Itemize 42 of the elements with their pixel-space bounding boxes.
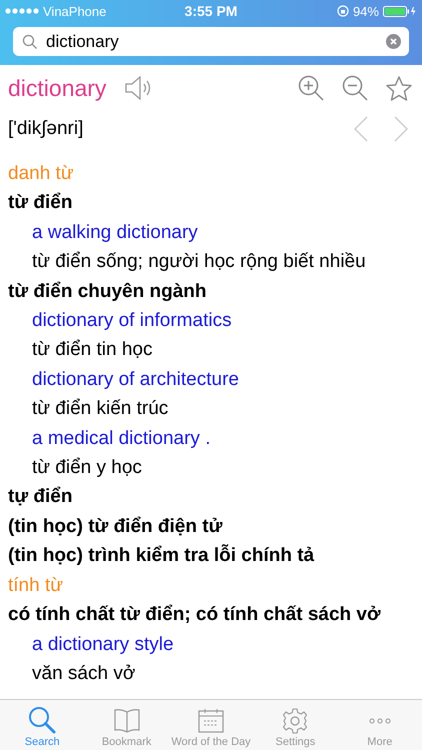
tab-bar-item[interactable]: Word of the Day (168, 700, 254, 750)
tab-bar-item[interactable]: Bookmark (84, 700, 169, 750)
example-phrase: a medical dictionary . (32, 426, 210, 451)
example-translation: từ điển sống; người học rộng biết nhiều (32, 250, 366, 274)
status-time: 3:55 PM (184, 3, 238, 19)
example-translation: từ điển kiến trúc (32, 397, 168, 422)
carrier-name: VinaPhone (43, 4, 106, 18)
meaning-text: từ điển (8, 191, 72, 216)
example-translation: từ điển y học (32, 456, 142, 480)
example-translation: văn sách vở (32, 662, 136, 686)
part-of-speech: danh từ (8, 162, 74, 186)
zoom-out-icon[interactable] (342, 75, 368, 101)
meaning-text: có tính chất từ điển; có tính chất sách vở (8, 603, 380, 628)
settings-icon (282, 708, 308, 734)
pronunciation: ['dik∫ənri] (8, 118, 84, 140)
calendar-icon (198, 708, 224, 734)
star-icon[interactable] (386, 76, 412, 100)
battery-icon (382, 6, 417, 16)
tab-bar-item[interactable]: Settings (253, 700, 338, 750)
book-icon (112, 708, 141, 734)
example-phrase: a walking dictionary (32, 220, 198, 245)
search-field[interactable]: dictionary (13, 27, 409, 56)
example-translation: từ điển tin học (32, 338, 152, 362)
part-of-speech: tính từ (8, 574, 63, 598)
tab-bar-item[interactable]: More (338, 700, 422, 750)
headword: dictionary (8, 74, 106, 102)
speaker-icon[interactable] (124, 75, 152, 101)
more-icon (368, 718, 392, 724)
meaning-text: (tin học) từ điển điện tử (8, 514, 222, 539)
example-phrase: dictionary of informatics (32, 309, 232, 334)
battery-percent: 94% (352, 4, 379, 18)
meaning-text: từ điển chuyên ngành (8, 280, 206, 304)
example-phrase: a dictionary style (32, 632, 174, 656)
rotation-lock-icon (336, 5, 349, 17)
meaning-text: tự điển (8, 485, 72, 510)
example-phrase: dictionary of architecture (32, 368, 239, 392)
clear-icon[interactable] (386, 34, 401, 49)
tab-bar-item[interactable]: Search (0, 700, 84, 750)
zoom-in-icon[interactable] (298, 75, 324, 101)
meaning-text: (tin học) trình kiểm tra lỗi chính tả (8, 543, 314, 568)
search-icon (28, 706, 56, 734)
signal-icon (5, 8, 39, 14)
